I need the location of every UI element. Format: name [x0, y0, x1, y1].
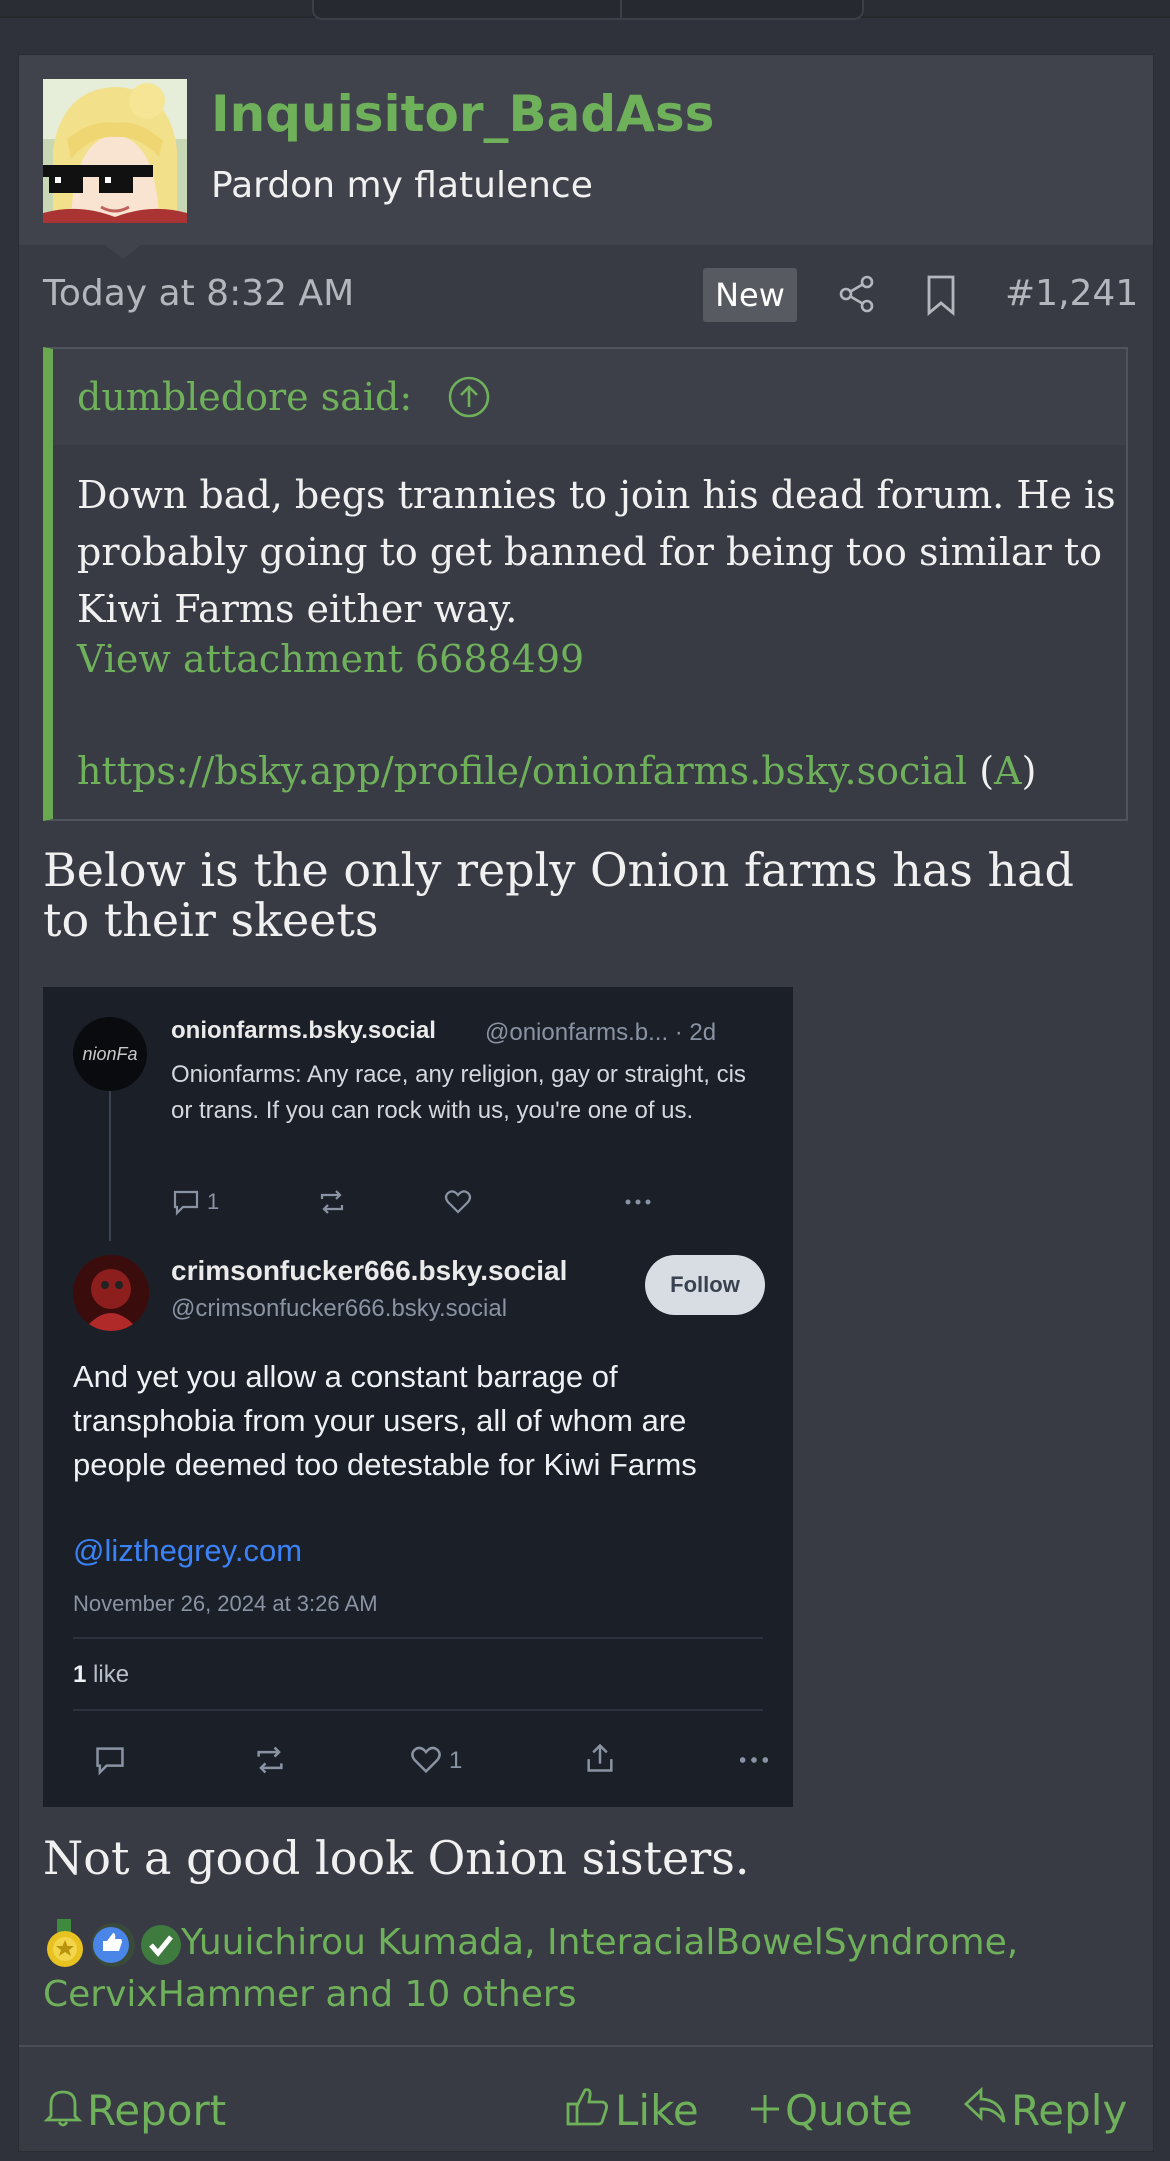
like-number: 1: [73, 1661, 87, 1688]
attachment-link[interactable]: View attachment 6688499: [77, 637, 584, 681]
comment-icon: [93, 1743, 124, 1776]
new-badge: New: [703, 268, 797, 322]
embed-original-text: Onionfarms: Any race, any religion, gay …: [171, 1061, 746, 1124]
bookmark-icon[interactable]: [923, 274, 959, 316]
quote-text: Down bad, begs trannies to join his dead…: [77, 473, 1116, 631]
header-arrow: [105, 245, 141, 259]
reply-count: 1: [207, 1189, 220, 1214]
like-button[interactable]: Like: [565, 2083, 699, 2135]
bell-icon: [43, 2084, 83, 2138]
like-label: Like: [615, 2086, 699, 2135]
plus-icon: [749, 2086, 781, 2135]
more-icon: [623, 1187, 653, 1217]
arrow-up-circle-icon[interactable]: [447, 375, 491, 419]
embed-action-row: 1: [171, 1185, 771, 1221]
reply-mention: @lizthegrey.com: [73, 1533, 303, 1568]
reply-action-row: 1: [73, 1739, 773, 1779]
tab-divider: [620, 0, 622, 18]
report-button[interactable]: Report: [43, 2083, 227, 2135]
user-title: Pardon my flatulence: [211, 165, 593, 206]
reply-label: Reply: [1011, 2086, 1128, 2135]
reply-like-summary: 1 like: [73, 1661, 129, 1689]
like-word: like: [93, 1661, 130, 1688]
footer-divider: [19, 2045, 1153, 2047]
thumbs-up-icon: [565, 2084, 611, 2138]
embed-author-name: onionfarms.bsky.social: [171, 1017, 436, 1044]
divider: [73, 1637, 763, 1639]
embed-author-handle: @onionfarms.b... · 2d: [485, 1019, 717, 1046]
top-nav-bar: [0, 0, 1170, 20]
repost-icon: [253, 1743, 283, 1774]
heart-icon: [409, 1743, 441, 1774]
report-label: Report: [87, 2086, 227, 2135]
reply-author-handle: @crimsonfucker666.bsky.social: [171, 1295, 508, 1322]
share-upload-icon: [583, 1741, 613, 1772]
post-text-closing: Not a good look Onion sisters.: [43, 1831, 750, 1885]
reply-text: And yet you allow a constant barrage of …: [73, 1359, 697, 1482]
post-number-link[interactable]: #1,241: [1005, 273, 1138, 314]
quote-block: dumbledore said: Down bad, begs trannies…: [43, 347, 1128, 821]
archive-link[interactable]: A: [994, 749, 1021, 793]
reply-author-name: crimsonfucker666.bsky.social: [171, 1255, 568, 1286]
username[interactable]: Inquisitor_BadAss: [211, 85, 714, 143]
archive-open-paren: (: [979, 749, 995, 793]
reply-button[interactable]: Reply: [963, 2083, 1128, 2136]
like-count: 1: [449, 1747, 463, 1774]
quote-button[interactable]: Quote: [749, 2083, 913, 2135]
reply-date: November 26, 2024 at 3:26 AM: [73, 1591, 378, 1616]
quote-url-line: https://bsky.app/profile/onionfarms.bsky…: [77, 749, 1036, 793]
more-icon: [737, 1743, 769, 1773]
reaction-users-link[interactable]: Yuuichirou Kumada, InteracialBowelSyndro…: [43, 1917, 1133, 2021]
avatar[interactable]: [43, 79, 187, 223]
divider: [73, 1709, 763, 1711]
post-text-intro: Below is the only reply Onion farms has …: [43, 843, 1075, 947]
tab-strip[interactable]: [312, 0, 864, 20]
archive-close-paren: ): [1021, 749, 1037, 793]
follow-button: Follow: [645, 1255, 765, 1315]
onionfarms-avatar: nionFa: [73, 1017, 147, 1091]
thread-line: [109, 1091, 111, 1241]
forum-post: Inquisitor_BadAss Pardon my flatulence T…: [18, 54, 1154, 2152]
quote-author[interactable]: dumbledore said:: [77, 375, 412, 419]
comment-icon: [171, 1187, 201, 1217]
reply-icon: [963, 2086, 1007, 2136]
post-timestamp[interactable]: Today at 8:32 AM: [43, 273, 354, 314]
crimson-avatar: [73, 1255, 149, 1331]
post-user-header: Inquisitor_BadAss Pardon my flatulence: [19, 55, 1153, 245]
embedded-screenshot[interactable]: nionFa onionfarms.bsky.social @onionfarm…: [43, 987, 793, 1807]
profile-url-link[interactable]: https://bsky.app/profile/onionfarms.bsky…: [77, 749, 967, 793]
quote-label: Quote: [785, 2086, 913, 2135]
share-icon[interactable]: [837, 274, 877, 314]
heart-icon: [443, 1187, 473, 1217]
repost-icon: [317, 1187, 347, 1217]
